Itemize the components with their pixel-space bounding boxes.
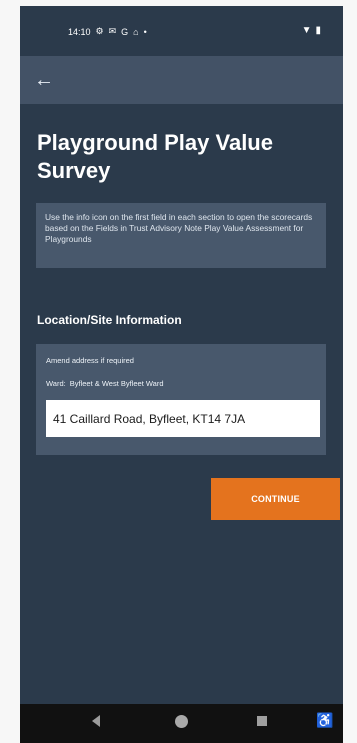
- continue-button[interactable]: CONTINUE: [211, 478, 340, 520]
- wifi-icon: ▼: [301, 25, 312, 36]
- address-input[interactable]: [46, 400, 320, 437]
- arrow-back-icon[interactable]: ←: [32, 68, 56, 92]
- status-time: 14:10: [68, 26, 91, 37]
- mail-icon: ✉: [108, 26, 117, 36]
- lock-icon: ⌂: [133, 26, 139, 37]
- settings-icon: ⚙: [95, 26, 104, 36]
- address-card: Amend address if required Ward: Byfleet …: [36, 344, 326, 455]
- google-icon: G: [121, 26, 129, 37]
- home-icon[interactable]: [175, 715, 188, 728]
- ward-label: Ward:: [46, 379, 66, 388]
- ward-row: Ward: Byfleet & West Byfleet Ward: [46, 379, 164, 388]
- status-right: ▼ ▮: [302, 25, 321, 36]
- ward-value: Byfleet & West Byfleet Ward: [69, 379, 164, 388]
- amend-address-label: Amend address if required: [46, 356, 134, 365]
- status-dot: •: [143, 26, 147, 37]
- location-section-title: Location/Site Information: [37, 313, 182, 327]
- status-left: 14:10 ⚙ ✉ G ⌂ •: [68, 26, 147, 37]
- system-navigation-bar: ♿: [20, 704, 343, 743]
- recent-apps-icon[interactable]: [257, 716, 267, 726]
- info-box: Use the info icon on the first field in …: [36, 203, 326, 268]
- back-icon[interactable]: [92, 715, 100, 727]
- app-bar: ←: [20, 56, 343, 104]
- phone-screen: 14:10 ⚙ ✉ G ⌂ • ▼ ▮ ← Playground Play Va…: [20, 6, 343, 743]
- status-bar: 14:10 ⚙ ✉ G ⌂ • ▼ ▮: [20, 6, 343, 56]
- page-title: Playground Play Value Survey: [37, 130, 273, 183]
- info-text: Use the info icon on the first field in …: [45, 212, 313, 244]
- accessibility-icon[interactable]: ♿: [316, 712, 333, 729]
- battery-icon: ▮: [315, 25, 321, 36]
